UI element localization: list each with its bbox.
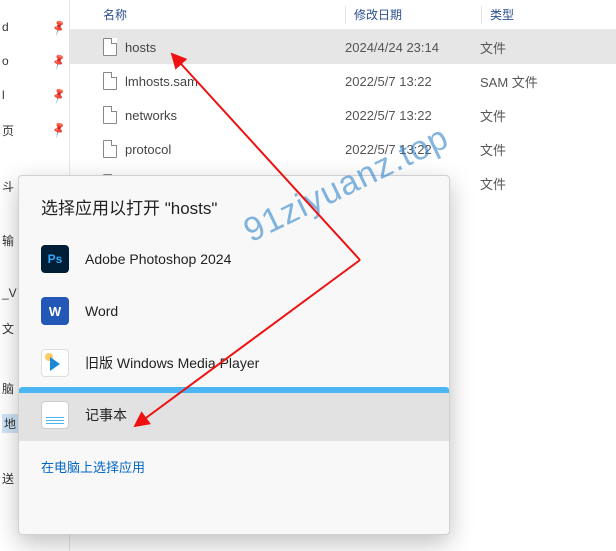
file-date: 2022/5/7 13:22 (345, 74, 480, 89)
sidebar-fragment: o (2, 54, 9, 68)
file-name: hosts (125, 40, 156, 55)
column-type[interactable]: 类型 (482, 6, 616, 23)
word-icon: W (41, 297, 69, 325)
dialog-title: 选择应用以打开 "hosts" (19, 194, 449, 233)
file-date: 2022/5/7 13:22 (345, 142, 480, 157)
app-item-notepad[interactable]: 记事本 (19, 389, 449, 441)
file-row[interactable]: networks 2022/5/7 13:22 文件 (70, 98, 616, 132)
file-icon (103, 140, 117, 158)
app-item-wmp[interactable]: 旧版 Windows Media Player (19, 337, 449, 389)
file-date: 2022/5/7 13:22 (345, 108, 480, 123)
file-date: 2024/4/24 23:14 (345, 40, 480, 55)
file-row[interactable]: hosts 2024/4/24 23:14 文件 (70, 30, 616, 64)
app-label: Word (85, 303, 118, 319)
wmp-icon (41, 349, 69, 377)
sidebar-fragment: 文 (2, 320, 14, 337)
photoshop-icon: Ps (41, 245, 69, 273)
notepad-icon (41, 401, 69, 429)
app-list: Ps Adobe Photoshop 2024 W Word 旧版 Windows Me… (19, 233, 449, 441)
file-icon (103, 72, 117, 90)
app-item-ps[interactable]: Ps Adobe Photoshop 2024 (19, 233, 449, 285)
pin-icon: 📌 (50, 120, 68, 138)
file-type: SAM 文件 (480, 72, 616, 91)
sidebar-fragment: l (2, 88, 5, 102)
sidebar-fragment: 输 (2, 232, 14, 249)
pin-icon: 📌 (50, 86, 68, 104)
sidebar-fragment: 地 (2, 414, 18, 433)
file-name: networks (125, 108, 177, 123)
column-name[interactable]: 名称 (95, 6, 345, 23)
app-label: Adobe Photoshop 2024 (85, 251, 231, 267)
sidebar-fragment: 页 (2, 122, 14, 139)
sidebar-fragment: 斗 (2, 178, 14, 195)
column-header: 名称 修改日期 类型 (70, 0, 616, 30)
app-label: 旧版 Windows Media Player (85, 353, 259, 373)
file-row[interactable]: lmhosts.sam 2022/5/7 13:22 SAM 文件 (70, 64, 616, 98)
file-type: 文件 (480, 106, 616, 125)
file-name: protocol (125, 142, 171, 157)
pin-icon: 📌 (50, 18, 68, 36)
file-name: lmhosts.sam (125, 74, 198, 89)
app-label: 记事本 (85, 405, 127, 425)
more-apps-link[interactable]: 在电脑上选择应用 (19, 441, 449, 492)
file-icon (103, 38, 117, 56)
file-icon (103, 106, 117, 124)
sidebar-fragment: d (2, 20, 9, 34)
column-date[interactable]: 修改日期 (346, 6, 481, 23)
file-type: 文件 (480, 38, 616, 57)
app-item-word[interactable]: W Word (19, 285, 449, 337)
sidebar-fragment: 送 (2, 470, 14, 487)
open-with-dialog: 选择应用以打开 "hosts" Ps Adobe Photoshop 2024 WW… (18, 175, 450, 535)
sidebar-fragment: _V (2, 286, 17, 300)
pin-icon: 📌 (50, 52, 68, 70)
file-type: 文件 (480, 174, 616, 193)
file-type: 文件 (480, 140, 616, 159)
sidebar-fragment: 脑 (2, 380, 14, 397)
file-row[interactable]: protocol 2022/5/7 13:22 文件 (70, 132, 616, 166)
